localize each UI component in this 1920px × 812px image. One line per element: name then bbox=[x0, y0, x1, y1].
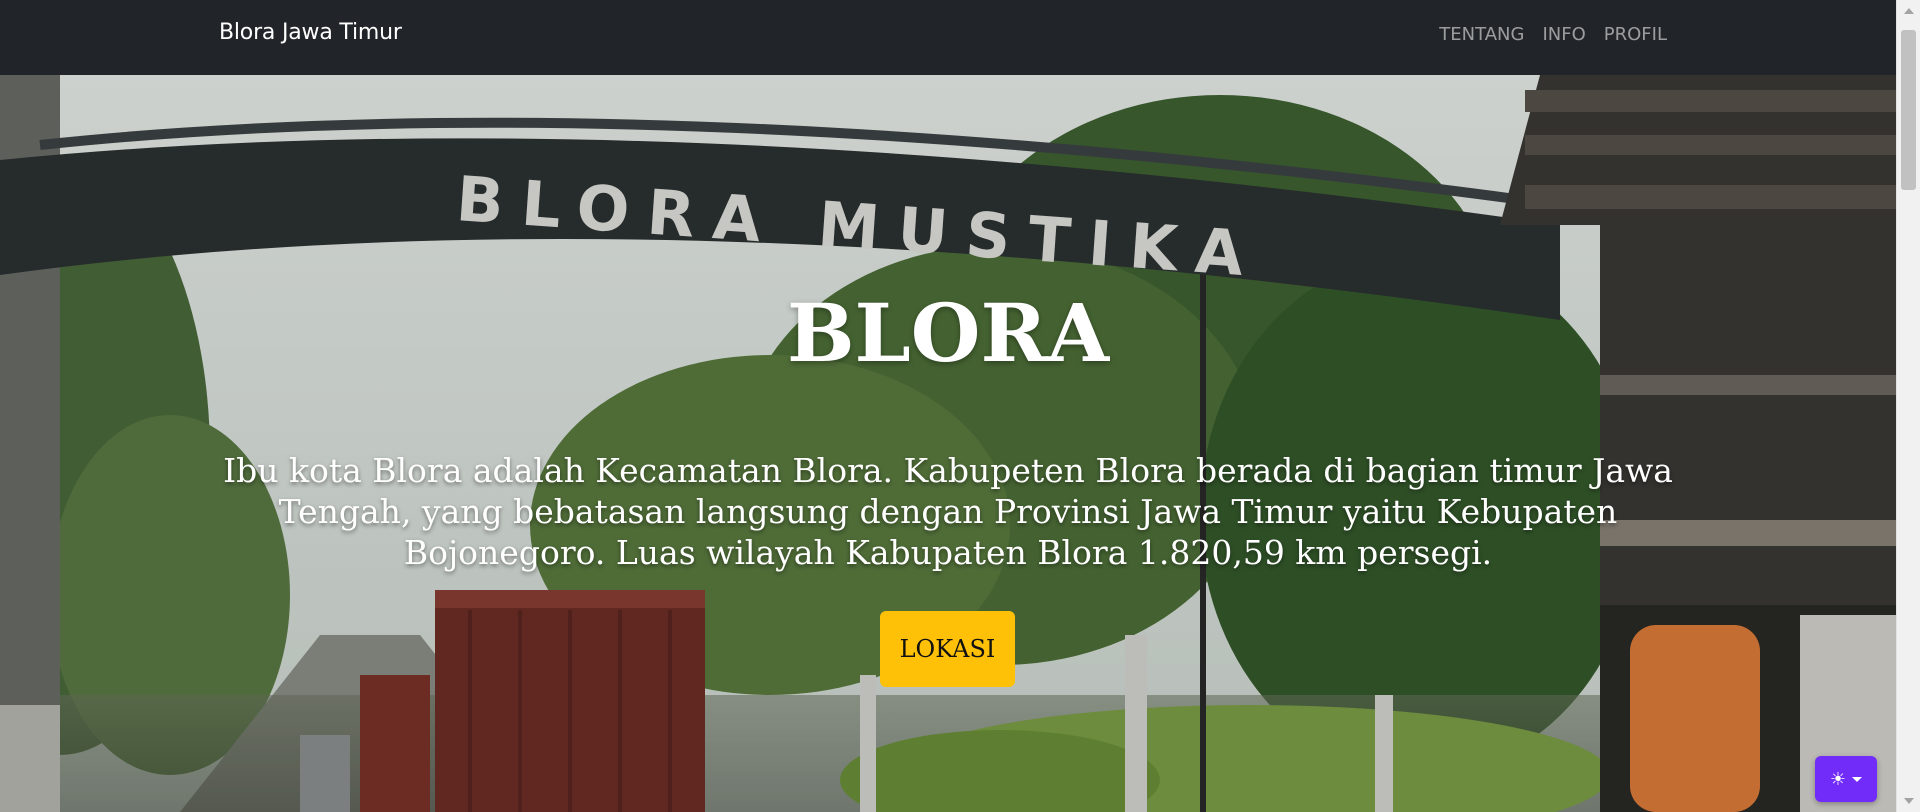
theme-toggle-button[interactable]: ☀ bbox=[1815, 756, 1877, 802]
scroll-up-arrow-icon[interactable] bbox=[1904, 8, 1914, 14]
nav-links: TENTANG INFO PROFIL bbox=[1439, 24, 1667, 45]
hero-title: BLORA bbox=[786, 286, 1110, 380]
hero-overlay bbox=[0, 75, 1896, 812]
nav-link-profil[interactable]: PROFIL bbox=[1604, 24, 1667, 45]
scroll-down-arrow-icon[interactable] bbox=[1904, 798, 1914, 804]
nav-link-tentang[interactable]: TENTANG bbox=[1439, 24, 1524, 45]
sun-icon: ☀ bbox=[1829, 769, 1847, 789]
page-scrollbar[interactable] bbox=[1896, 0, 1920, 812]
navbar: Blora Jawa Timur TENTANG INFO PROFIL bbox=[0, 0, 1896, 75]
nav-link-info[interactable]: INFO bbox=[1542, 24, 1585, 45]
scrollbar-thumb[interactable] bbox=[1901, 30, 1916, 190]
caret-down-icon bbox=[1852, 776, 1863, 782]
hero-description: Ibu kota Blora adalah Kecamatan Blora. K… bbox=[223, 451, 1673, 572]
navbar-brand[interactable]: Blora Jawa Timur bbox=[219, 20, 402, 45]
hero-section: BLORA MUSTIKA BLORA Ibu kota Blora adala… bbox=[0, 75, 1896, 812]
lokasi-button[interactable]: LOKASI bbox=[880, 611, 1015, 687]
